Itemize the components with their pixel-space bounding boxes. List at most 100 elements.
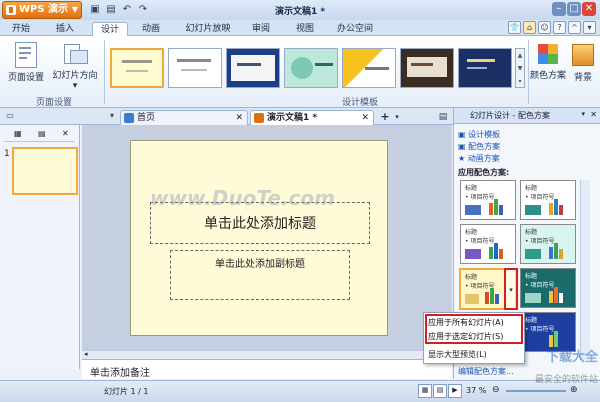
swatch-item: • 项目符号 [525, 238, 555, 245]
panel-toggle-icon[interactable]: ▭ [2, 111, 18, 123]
swatch-shape [465, 205, 481, 215]
app-name: WPS 演示 [19, 4, 69, 15]
tab-animation[interactable]: 动画 [134, 22, 168, 36]
close-icon[interactable]: ✕ [62, 129, 69, 138]
minimize-icon[interactable]: – [552, 2, 566, 16]
swatch-title: 标题 [465, 185, 478, 192]
tab-document[interactable]: 演示文稿1 * ✕ [250, 110, 374, 125]
outline-view-icon[interactable]: ▤ [38, 129, 46, 138]
slideshow-icon[interactable]: ▶ [448, 384, 462, 398]
close-icon[interactable]: ✕ [582, 2, 596, 16]
swatch-shape [525, 205, 541, 215]
color-scheme-swatch[interactable]: 标题 • 项目符号 [460, 180, 516, 220]
undo-icon[interactable]: ↶ [120, 3, 134, 17]
color-scheme-label: 颜色方案 [530, 71, 567, 81]
swatch-title: 标题 [525, 273, 538, 280]
swatch-shape [525, 293, 541, 303]
tab-design[interactable]: 设计 [92, 22, 128, 36]
color-scheme-swatch[interactable]: 标题 • 项目符号 [460, 224, 516, 264]
color-scheme-swatch[interactable]: 标题 • 项目符号 [520, 224, 576, 264]
design-template-thumb[interactable] [342, 48, 396, 88]
group-label-design-template: 设计模板 [341, 98, 378, 108]
design-template-thumb[interactable] [284, 48, 338, 88]
tab-slideshow[interactable]: 幻灯片放映 [178, 22, 238, 36]
normal-view-icon[interactable]: ▦ [418, 384, 432, 398]
design-template-thumb[interactable] [458, 48, 512, 88]
swatch-title: 标题 [465, 229, 478, 236]
corner-watermark: 下载大全 [545, 350, 598, 365]
options-icon[interactable]: ▾ [583, 21, 596, 34]
new-tab-button[interactable]: + [378, 111, 392, 124]
tab-list-icon[interactable]: ▾ [106, 111, 118, 123]
title-bar: WPS 演示 ▼ ▣ ▤ ↶ ↷ 演示文稿1 * – □ ✕ [0, 0, 600, 20]
open-icon[interactable]: ▤ [104, 3, 118, 17]
ribbon-divider [528, 40, 529, 104]
template-scroll[interactable]: ▲ ▼ ▾ [515, 48, 525, 88]
help-icon[interactable]: ? [553, 21, 566, 34]
tab-start[interactable]: 开始 [4, 22, 38, 36]
swatch-shape [465, 294, 479, 304]
group-label-page-setup: 页面设置 [35, 98, 72, 108]
tab-office-space[interactable]: 办公空间 [330, 22, 380, 36]
chevron-down-icon[interactable]: ▾ [392, 111, 402, 124]
tab-home-page[interactable]: 首页 ✕ [120, 110, 248, 125]
tab-view[interactable]: 视图 [288, 22, 322, 36]
redo-icon[interactable]: ↷ [136, 3, 150, 17]
home-page-icon [124, 113, 134, 123]
apply-color-scheme-label: 应用配色方案: [458, 168, 510, 177]
color-scheme-swatch[interactable]: 标题 • 项目符号 [520, 268, 576, 308]
task-pane-scrollbar[interactable] [580, 180, 590, 360]
maximize-icon[interactable]: □ [567, 2, 581, 16]
link-color-scheme[interactable]: ▣ 配色方案 [458, 141, 500, 152]
chevron-down-icon[interactable]: ▾ [581, 110, 585, 118]
close-icon[interactable]: ✕ [361, 111, 369, 125]
swatch-dropdown-button[interactable]: ▾ [504, 268, 518, 310]
horizontal-scrollbar[interactable]: ◂ ▸ [82, 350, 452, 359]
zoom-slider[interactable] [506, 390, 566, 392]
page-setup-button[interactable]: 页面设置 [6, 40, 46, 90]
swatch-item: • 项目符号 [465, 194, 495, 201]
chevron-down-icon: ▾ [509, 286, 513, 294]
color-scheme-swatch[interactable]: 标题 • 项目符号 [520, 180, 576, 220]
slide-orientation-button[interactable]: 幻灯片方向 ▾ [50, 40, 100, 91]
save-icon[interactable]: ▣ [88, 3, 102, 17]
slides-view-icon[interactable]: ▦ [14, 129, 22, 138]
design-template-thumb[interactable] [226, 48, 280, 88]
scroll-left-icon[interactable]: ◂ [84, 350, 88, 358]
close-icon[interactable]: ✕ [590, 110, 597, 119]
wps-menu-button[interactable]: WPS 演示 ▼ [2, 1, 82, 19]
menu-item-apply-selected[interactable]: 应用于选定幻灯片(S) [428, 330, 503, 344]
subtitle-placeholder[interactable]: 单击此处添加副标题 [170, 250, 350, 300]
page-setup-icon [15, 42, 37, 68]
zoom-in-icon[interactable]: ⊕ [570, 385, 578, 395]
design-template-thumb[interactable] [168, 48, 222, 88]
link-design-template[interactable]: ▣ 设计模板 [458, 129, 500, 140]
tab-insert[interactable]: 插入 [48, 22, 82, 36]
zoom-out-icon[interactable]: ⊖ [492, 385, 500, 395]
sorter-view-icon[interactable]: ▤ [433, 384, 447, 398]
collapse-icon[interactable]: ^ [568, 21, 581, 34]
slide-orientation-icon [62, 42, 88, 66]
color-scheme-button[interactable]: 颜色方案 [530, 40, 566, 90]
document-title: 演示文稿1 * [274, 7, 326, 17]
design-template-thumb[interactable] [110, 48, 164, 88]
background-button[interactable]: 背景 [568, 40, 598, 90]
close-icon[interactable]: ✕ [235, 111, 243, 125]
shirt-icon[interactable]: 👕 [508, 21, 521, 34]
design-template-thumb[interactable] [400, 48, 454, 88]
tab-review[interactable]: 审阅 [244, 22, 278, 36]
wps-logo-icon [6, 5, 16, 15]
menu-item-large-preview[interactable]: 显示大型预览(L) [428, 348, 487, 362]
animation-icon: ★ [458, 154, 466, 163]
window-icon[interactable]: ▤ [436, 111, 450, 124]
swatch-item: • 项目符号 [525, 326, 555, 333]
zoom-level: 37 % [466, 386, 487, 395]
notes-pane[interactable]: 单击添加备注 [82, 359, 452, 379]
person-icon[interactable]: ☺ [538, 21, 551, 34]
home-icon[interactable]: ⌂ [523, 21, 536, 34]
background-label: 背景 [573, 73, 592, 83]
notes-placeholder: 单击添加备注 [90, 368, 150, 379]
slide-thumbnail[interactable] [12, 147, 78, 195]
link-animation-scheme[interactable]: ★ 动画方案 [458, 153, 500, 164]
menu-item-apply-all[interactable]: 应用于所有幻灯片(A) [428, 316, 504, 330]
